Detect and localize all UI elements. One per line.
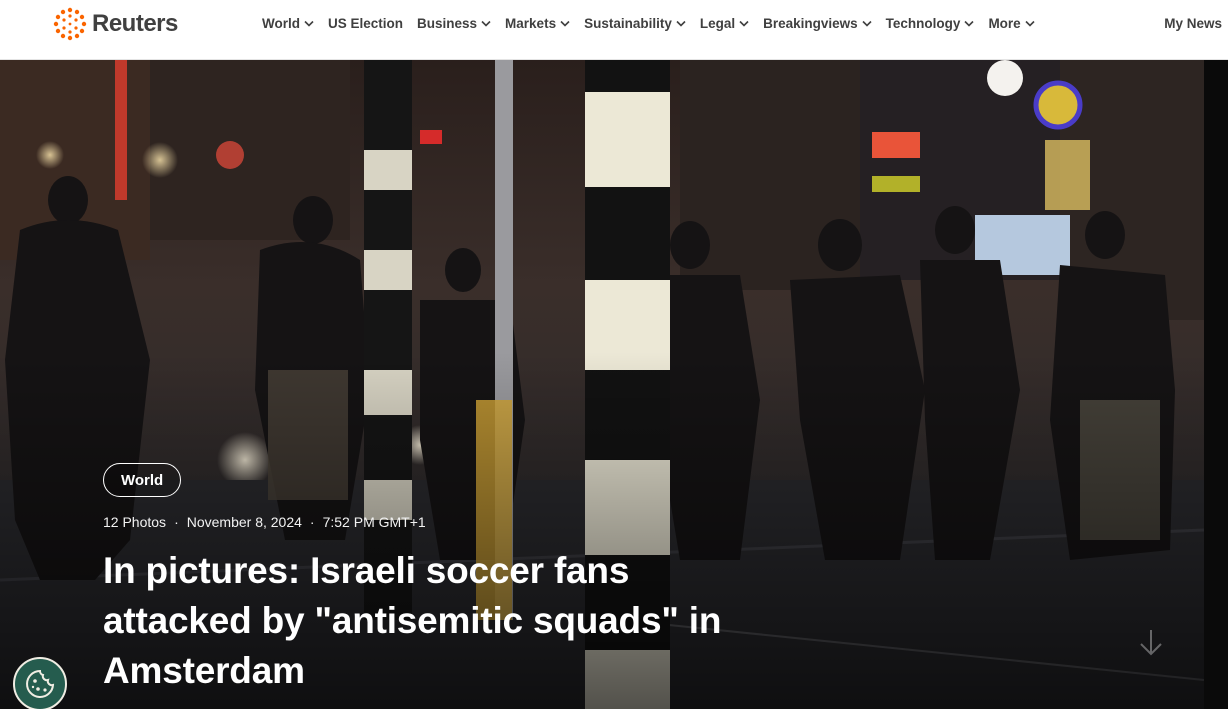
nav-item-label: Markets xyxy=(505,16,557,31)
nav-item-legal[interactable]: Legal xyxy=(700,16,749,31)
nav-item-label: Technology xyxy=(885,16,961,31)
cookie-settings-button[interactable] xyxy=(13,657,67,709)
publish-time: 7:52 PM GMT+1 xyxy=(322,514,426,530)
nav-item-more[interactable]: More xyxy=(988,16,1035,31)
photo-count: 12 Photos xyxy=(103,514,167,530)
reuters-logo-icon xyxy=(53,7,87,41)
logo-text: Reuters xyxy=(92,10,178,37)
site-header: Reuters World US Election Business Marke… xyxy=(0,0,1228,60)
chevron-down-icon xyxy=(676,20,686,27)
page-scrollbar[interactable] xyxy=(1204,60,1228,709)
nav-item-markets[interactable]: Markets xyxy=(505,16,570,31)
nav-item-sustainability[interactable]: Sustainability xyxy=(584,16,686,31)
chevron-down-icon xyxy=(560,20,570,27)
chevron-down-icon xyxy=(739,20,749,27)
nav-item-label: Breakingviews xyxy=(763,16,858,31)
chevron-down-icon xyxy=(1025,20,1035,27)
chevron-down-icon xyxy=(304,20,314,27)
reuters-logo[interactable]: Reuters xyxy=(52,7,178,41)
chevron-down-icon xyxy=(964,20,975,27)
category-tag[interactable]: World xyxy=(103,463,182,497)
publish-date: November 8, 2024 xyxy=(186,514,302,530)
nav-item-us-election[interactable]: US Election xyxy=(328,16,403,31)
meta-separator: · xyxy=(309,514,315,530)
meta-separator: · xyxy=(174,514,179,530)
my-news-link[interactable]: My News xyxy=(1164,16,1222,31)
nav-item-label: Legal xyxy=(699,16,736,31)
nav-item-label: More xyxy=(988,16,1021,31)
nav-item-label: Business xyxy=(417,16,478,31)
main-nav: World US Election Business Markets Susta… xyxy=(262,16,1049,31)
chevron-down-icon xyxy=(862,20,872,27)
nav-item-label: US Election xyxy=(328,16,404,31)
nav-item-label: Sustainability xyxy=(584,16,672,31)
nav-item-label: World xyxy=(262,16,300,31)
chevron-down-icon xyxy=(481,20,491,27)
nav-item-business[interactable]: Business xyxy=(417,16,491,31)
nav-item-world[interactable]: World xyxy=(262,16,314,31)
cookie-icon xyxy=(26,669,55,698)
article-headline: In pictures: Israeli soccer fans attacke… xyxy=(103,550,722,691)
article-meta: 12 Photos · November 8, 2024 · 7:52 PM G… xyxy=(103,514,426,530)
nav-item-technology[interactable]: Technology xyxy=(886,16,975,31)
nav-item-breakingviews[interactable]: Breakingviews xyxy=(763,16,872,31)
hero-gallery[interactable]: World 12 Photos · November 8, 2024 · 7:5… xyxy=(0,60,1204,709)
arrow-down-icon[interactable] xyxy=(1138,628,1164,658)
